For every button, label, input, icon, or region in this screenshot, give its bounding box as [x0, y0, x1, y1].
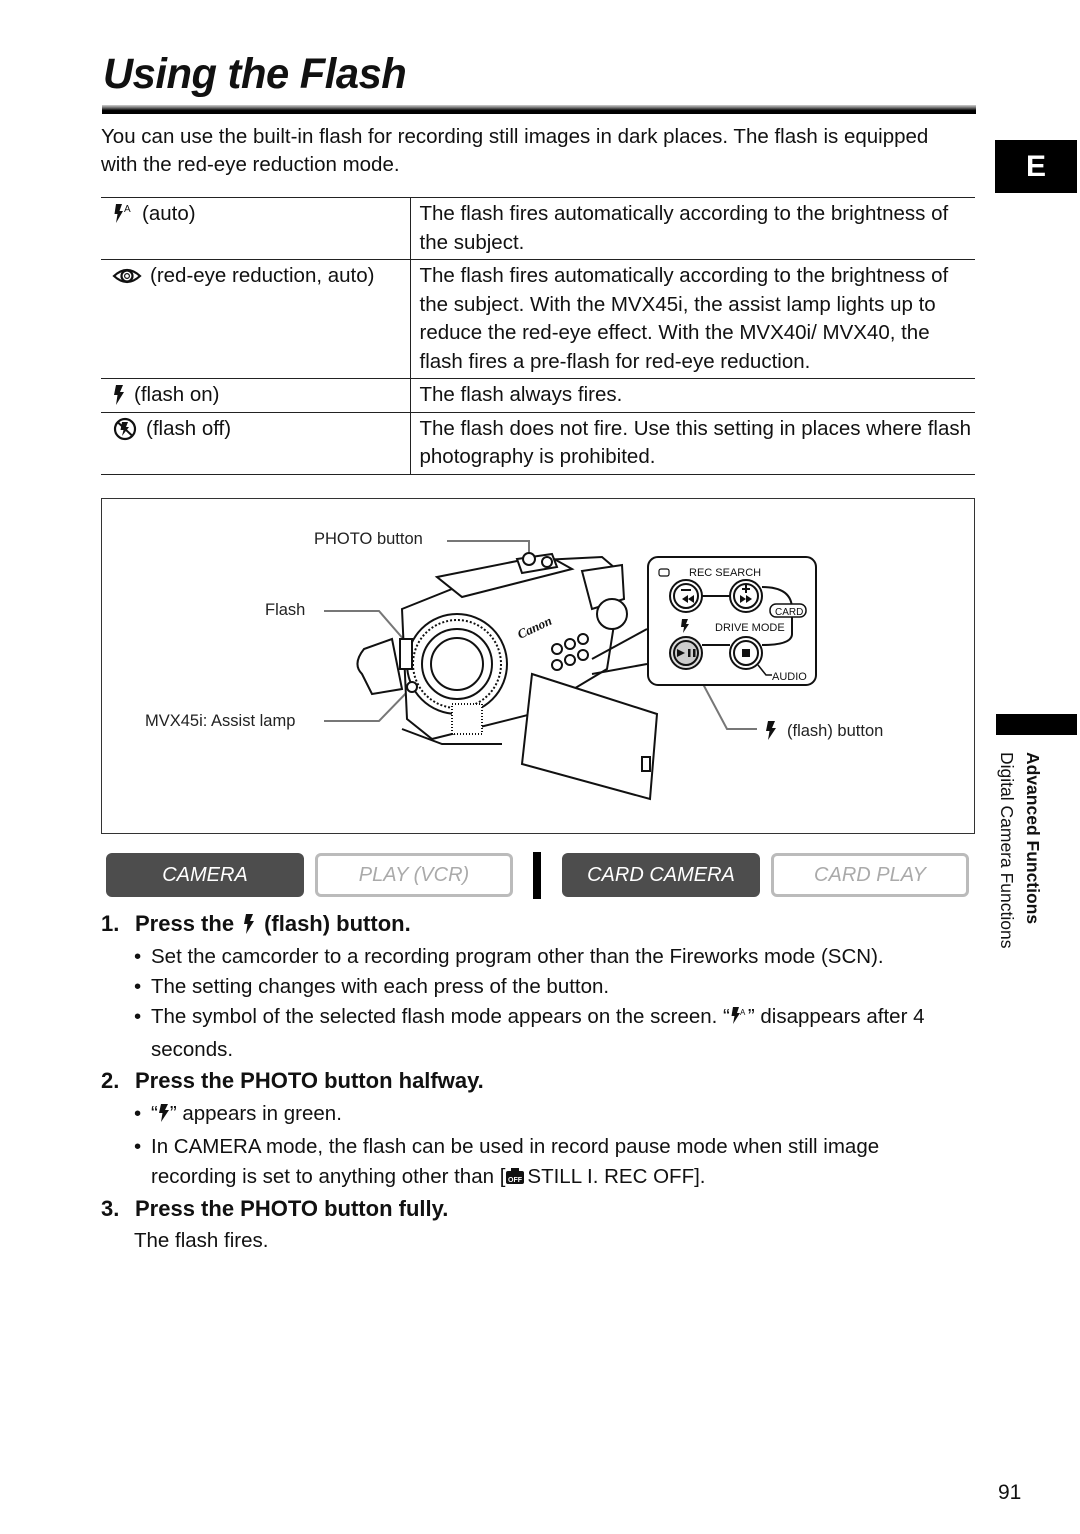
flash-off-icon: [112, 415, 138, 443]
leader-line-assist: [324, 686, 413, 722]
mode-label: (flash off): [146, 416, 232, 440]
sidebar-section-label: Advanced Functions Digital Camera Functi…: [994, 752, 1054, 992]
flash-icon: [158, 1102, 170, 1132]
page-title: Using the Flash: [103, 50, 407, 98]
list-item: • Set the camcorder to a recording progra…: [134, 945, 884, 968]
label-assist-lamp: MVX45i: Assist lamp: [145, 712, 296, 730]
pause-icon: [688, 649, 691, 657]
language-tab: E: [995, 140, 1077, 193]
panel-card: CARD: [775, 607, 803, 618]
table-row: A (auto) The flash fires automatically a…: [101, 197, 975, 260]
mode-camera: CAMERA: [106, 853, 304, 897]
panel-audio: AUDIO: [772, 671, 807, 683]
leader-line-flash: [324, 610, 413, 650]
stop-icon: [742, 649, 750, 657]
svg-text:OFF: OFF: [508, 1177, 523, 1184]
svg-text:A: A: [740, 1008, 746, 1017]
camera-off-icon: OFF: [505, 1164, 525, 1194]
mode-label: (auto): [142, 202, 196, 225]
table-row: (flash on) The flash always fires.: [101, 378, 975, 413]
camcorder-body: [356, 552, 659, 801]
mode-card-play: CARD PLAY: [771, 853, 969, 897]
mode-description: The flash always fires.: [410, 378, 975, 413]
title-rule: [102, 105, 976, 114]
page-number: 91: [998, 1481, 1022, 1504]
flash-auto-icon: A: [730, 1005, 748, 1035]
step-1-bullets: • Set the camcorder to a recording progra…: [134, 942, 971, 1065]
flash-auto-icon: A: [112, 200, 134, 228]
section-marker: [996, 714, 1077, 735]
intro-paragraph: You can use the built-in flash for recor…: [101, 125, 929, 176]
list-item: • In CAMERA mode, the flash can be used …: [134, 1132, 951, 1194]
list-item: • The setting changes with each press of …: [134, 975, 610, 998]
step-3-body: The flash fires.: [134, 1229, 269, 1252]
mode-play-vcr: PLAY (VCR): [315, 853, 513, 897]
label-photo-button: PHOTO button: [314, 530, 423, 548]
panel-rec-search: REC SEARCH: [689, 567, 761, 579]
leader-line-photo: [447, 540, 530, 559]
label-flash: Flash: [265, 601, 306, 619]
flash-modes-table: A (auto) The flash fires automatically a…: [101, 197, 975, 475]
control-panel-inset: REC SEARCH CARD DRIVE MODE AUDIO: [647, 556, 817, 686]
mode-description: The flash does not fire. Use this settin…: [410, 411, 975, 475]
mode-separator: [533, 852, 541, 899]
step-2-bullets: • “” appears in green. • In CAMERA mode,…: [134, 1099, 951, 1194]
list-item: • “” appears in green.: [134, 1099, 951, 1132]
panel-drive-mode: DRIVE MODE: [715, 622, 785, 634]
step-2-heading: 2. Press the PHOTO button halfway.: [101, 1068, 484, 1093]
label-flash-button: (flash) button: [787, 722, 884, 740]
flash-button-label-icon: [766, 721, 776, 740]
camcorder-figure: Canon REC SEARCH CARD DRIVE MODE AUDIO P…: [101, 498, 975, 834]
table-row: (flash off) The flash does not fire. Use…: [101, 411, 975, 475]
mode-label: (red-eye reduction, auto): [150, 264, 375, 287]
svg-text:A: A: [124, 204, 131, 215]
list-item: • The symbol of the selected flash mode …: [134, 1005, 925, 1061]
section-title: Advanced Functions: [1023, 752, 1043, 925]
camcorder-illustration: Canon REC SEARCH CARD DRIVE MODE AUDIO: [324, 540, 817, 801]
mode-description: The flash fires automatically according …: [410, 259, 975, 379]
red-eye-icon: [112, 262, 142, 290]
step-3-heading: 3. Press the PHOTO button fully.: [101, 1196, 449, 1221]
flash-icon: [242, 913, 256, 935]
step-1-heading: 1. Press the (flash) button.: [101, 911, 411, 936]
mode-label: (flash on): [134, 383, 220, 406]
mode-card-camera: CARD CAMERA: [562, 853, 760, 897]
mode-description: The flash fires automatically according …: [410, 197, 975, 260]
subsection-title: Digital Camera Functions: [997, 752, 1017, 949]
flash-on-icon: [112, 381, 126, 409]
table-row: (red-eye reduction, auto) The flash fire…: [101, 259, 975, 379]
